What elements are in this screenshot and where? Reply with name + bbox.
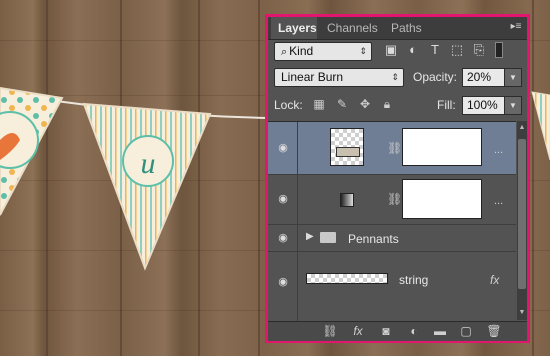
layers-list: ◉ ⛓ ... ◉ ⛓ ... ◉ ▶ Pennants ◉ string fx (268, 121, 516, 321)
image-filter-icon[interactable]: ▣ (383, 42, 399, 58)
layer-mask-thumbnail[interactable] (402, 179, 482, 219)
lock-all-icon[interactable]: 🔒︎ (379, 96, 395, 112)
tab-paths[interactable]: Paths (384, 17, 428, 39)
layers-bottom-toolbar: ⛓ fx ◙ ◐ ▬ ▢ 🗑︎ (268, 321, 527, 341)
layer-mask-thumbnail[interactable] (402, 128, 482, 166)
blend-mode-select[interactable]: Linear Burn ⇕ (274, 68, 404, 87)
search-icon: ⌕ (281, 46, 288, 58)
layer-row-string[interactable]: ◉ string fx (268, 252, 516, 321)
new-group-icon[interactable]: ▬ (432, 324, 448, 339)
new-layer-icon[interactable]: ▢ (458, 324, 474, 339)
add-style-icon[interactable]: fx (350, 324, 366, 339)
opacity-dropdown-button[interactable]: ▼ (504, 68, 522, 87)
adjustment-thumbnail-icon (330, 128, 364, 166)
fill-dropdown-button[interactable]: ▼ (504, 96, 522, 115)
layer-name[interactable]: Pennants (348, 232, 399, 246)
select-arrows-icon: ⇕ (391, 72, 399, 82)
gradient-thumbnail-icon (340, 193, 354, 207)
filter-toggle-icon[interactable] (495, 42, 503, 58)
type-filter-icon[interactable]: T (427, 42, 443, 58)
layer-effects-icon[interactable]: fx (490, 273, 499, 287)
tab-channels[interactable]: Channels (320, 17, 382, 39)
layers-panel: Layers Channels Paths ▸≡ ⌕ Kind ⇕ ▣ ◐ T ⬚… (265, 14, 530, 343)
tab-layers[interactable]: Layers (271, 17, 317, 39)
layers-scrollbar[interactable]: ▲ ▼ (517, 121, 527, 320)
visibility-toggle[interactable]: ◉ (268, 175, 298, 224)
lock-position-icon[interactable]: ✥ (357, 96, 373, 112)
new-adjustment-icon[interactable]: ◐ (406, 324, 422, 339)
folder-icon (320, 232, 336, 243)
layer-row-gradient[interactable]: ◉ ⛓ ... (268, 175, 516, 225)
smart-object-filter-icon[interactable]: ⎘ (471, 42, 487, 58)
visibility-toggle[interactable]: ◉ (268, 252, 298, 321)
filter-kind-label: Kind (289, 44, 314, 58)
layer-name[interactable]: string (399, 273, 428, 287)
opacity-input[interactable]: 20% (462, 68, 506, 87)
layer-name-ellipsis: ... (494, 195, 504, 207)
lock-image-icon[interactable]: ✎ (334, 96, 350, 112)
delete-layer-icon[interactable]: 🗑︎ (486, 324, 502, 339)
add-mask-icon[interactable]: ◙ (378, 324, 394, 339)
eye-icon: ◉ (278, 193, 288, 205)
visibility-toggle[interactable]: ◉ (268, 122, 298, 174)
panel-menu-icon[interactable]: ▸≡ (507, 20, 525, 34)
filter-row: ⌕ Kind ⇕ ▣ ◐ T ⬚ ⎘ (268, 42, 527, 61)
layer-name-ellipsis: ... (494, 144, 504, 156)
filter-kind-select[interactable]: ⌕ Kind ⇕ (274, 42, 372, 61)
opacity-label: Opacity: (413, 70, 458, 84)
adjustment-filter-icon[interactable]: ◐ (405, 42, 421, 58)
mask-link-icon[interactable]: ⛓ (387, 140, 402, 156)
scroll-thumb[interactable] (518, 139, 526, 289)
lock-row: Lock: ▦ ✎ ✥ 🔒︎ Fill: 100% ▼ (268, 96, 527, 115)
select-arrows-icon: ⇕ (359, 46, 367, 56)
fill-label: Fill: (437, 98, 456, 112)
eye-icon: ◉ (278, 276, 288, 288)
scroll-up-icon[interactable]: ▲ (517, 123, 527, 133)
eye-icon: ◉ (278, 232, 288, 244)
layer-row-group[interactable]: ◉ ▶ Pennants (268, 225, 516, 252)
blend-row: Linear Burn ⇕ Opacity: 20% ▼ (268, 68, 527, 87)
shape-filter-icon[interactable]: ⬚ (449, 42, 465, 58)
link-layers-icon[interactable]: ⛓ (322, 324, 338, 339)
panel-tab-bar: Layers Channels Paths ▸≡ (268, 17, 527, 40)
blend-mode-label: Linear Burn (281, 70, 344, 84)
lock-transparent-icon[interactable]: ▦ (311, 96, 327, 112)
fill-input[interactable]: 100% (462, 96, 506, 115)
scroll-down-icon[interactable]: ▼ (517, 308, 527, 318)
lock-label: Lock: (274, 98, 303, 112)
eye-icon: ◉ (278, 142, 288, 154)
visibility-toggle[interactable]: ◉ (268, 225, 298, 251)
pennant-letter: u (141, 147, 156, 180)
layer-row-adjustment[interactable]: ◉ ⛓ ... (268, 122, 516, 175)
mask-link-icon[interactable]: ⛓ (387, 191, 402, 207)
expand-arrow-icon[interactable]: ▶ (306, 231, 314, 242)
layer-thumbnail (306, 273, 388, 284)
